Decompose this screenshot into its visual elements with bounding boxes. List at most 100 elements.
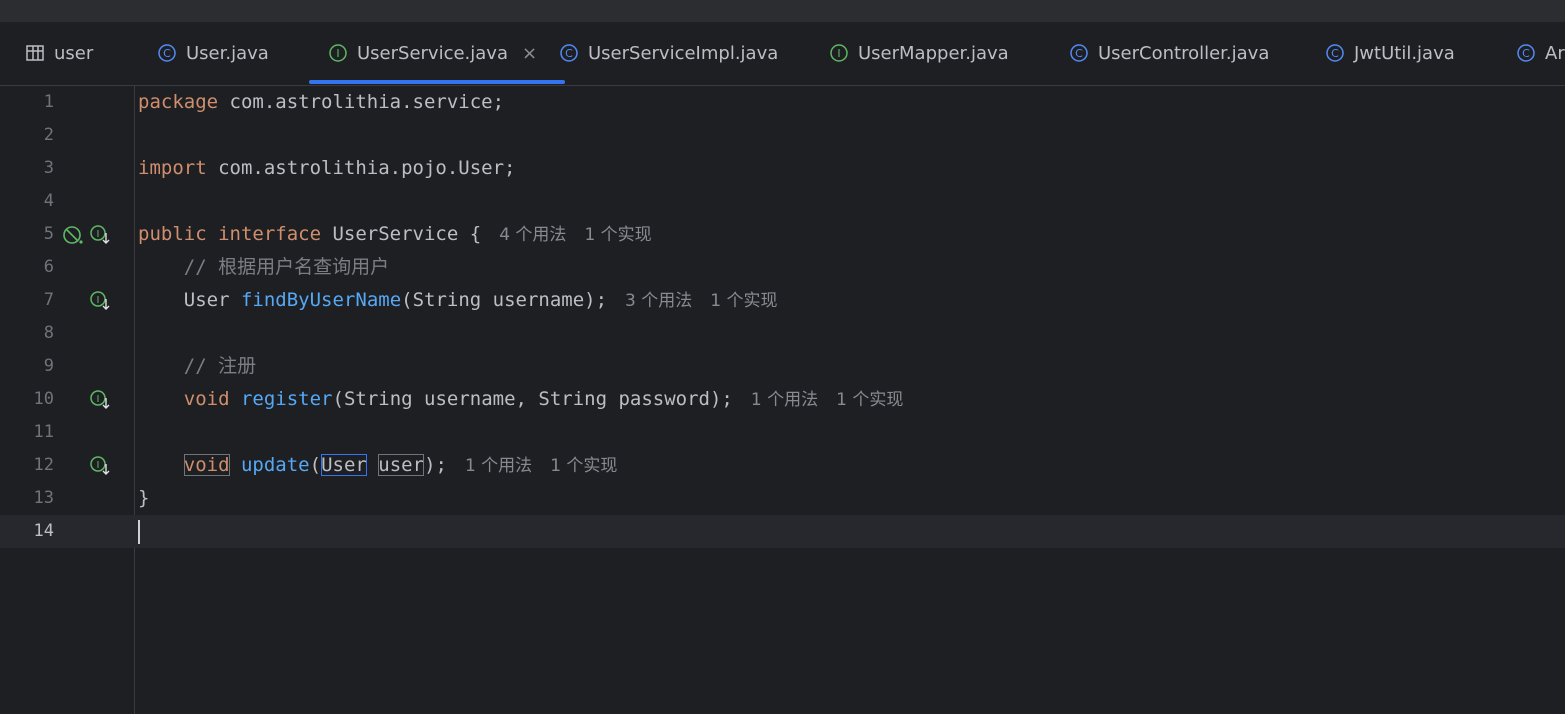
table-icon <box>26 44 44 62</box>
code-line[interactable]: 4 <box>0 185 1565 218</box>
class-icon: C <box>1517 44 1535 62</box>
code-text: com.astrolithia.pojo.User; <box>206 157 516 179</box>
title-bar <box>0 0 1565 26</box>
svg-text:C: C <box>1331 47 1339 60</box>
tab-usercontroller-java[interactable]: C UserController.java <box>1070 32 1269 74</box>
line-number: 6 <box>43 257 54 277</box>
svg-text:I: I <box>97 295 100 306</box>
implementations-hint[interactable]: 1 个实现 <box>836 390 903 410</box>
line-number: 2 <box>43 125 54 145</box>
code-line[interactable]: 9 // 注册 <box>0 350 1565 383</box>
line-number: 3 <box>43 158 54 178</box>
close-icon[interactable]: × <box>522 43 537 64</box>
svg-text:I: I <box>97 229 100 240</box>
tab-label: User.java <box>186 42 269 64</box>
line-number: 13 <box>33 488 54 508</box>
line-number: 8 <box>43 323 54 343</box>
code-text: } <box>138 487 150 509</box>
keyword: public <box>138 223 207 245</box>
line-number: 7 <box>43 290 54 310</box>
keyword: package <box>138 91 219 113</box>
class-icon: C <box>1326 44 1344 62</box>
svg-text:I: I <box>97 460 100 471</box>
keyword: void <box>183 388 230 410</box>
implementations-hint[interactable]: 1 个实现 <box>710 291 777 311</box>
usages-hint[interactable]: 4 个用法 <box>499 225 566 245</box>
implemented-method-icon[interactable]: I <box>90 456 112 476</box>
tab-userserviceimpl-java[interactable]: C UserServiceImpl.java <box>560 32 778 74</box>
line-number: 5 <box>43 224 54 244</box>
code-text: ( <box>309 454 322 476</box>
code-text: (String username); <box>401 289 608 311</box>
comment: // 注册 <box>183 355 257 377</box>
interface-icon: I <box>830 44 848 62</box>
implemented-method-icon[interactable]: I <box>90 390 112 410</box>
svg-text:I: I <box>837 47 840 60</box>
implemented-interface-icon[interactable]: I <box>90 225 112 245</box>
keyword: import <box>138 157 207 179</box>
tab-label: UserServiceImpl.java <box>588 42 779 64</box>
code-line[interactable]: 6 // 根据用户名查询用户 <box>0 251 1565 284</box>
line-number: 4 <box>43 191 54 211</box>
usages-hint[interactable]: 1 个用法 <box>751 390 818 410</box>
current-code-line[interactable]: 14 <box>0 515 1565 548</box>
method-name: register <box>240 388 333 410</box>
line-number: 1 <box>43 92 54 112</box>
line-number: 9 <box>43 356 54 376</box>
keyword: interface <box>218 223 322 245</box>
tab-user-table[interactable]: user <box>26 32 93 74</box>
code-line[interactable]: 7 I User findByUserName(String username)… <box>0 284 1565 317</box>
code-line[interactable]: 5 I public interface UserService { 4 个用法 1… <box>0 218 1565 251</box>
svg-text:C: C <box>565 47 573 60</box>
svg-text:I: I <box>336 47 339 60</box>
code-line[interactable]: 2 <box>0 119 1565 152</box>
line-number: 14 <box>33 521 54 541</box>
line-number: 12 <box>33 455 54 475</box>
param-highlight: user <box>378 454 425 476</box>
implemented-method-icon[interactable]: I <box>90 291 112 311</box>
svg-text:I: I <box>97 394 100 405</box>
method-name: findByUserName <box>240 289 402 311</box>
code-line[interactable]: 12 I void update(User user); 1 个用法 1 个实现 <box>0 449 1565 482</box>
svg-text:C: C <box>163 47 171 60</box>
tab-overflow[interactable]: C Ar <box>1517 32 1565 74</box>
method-name: update <box>240 454 310 476</box>
tab-userservice-java[interactable]: I UserService.java × <box>308 32 566 84</box>
code-text: ); <box>424 454 447 476</box>
keyword-highlight: void <box>183 454 230 476</box>
tab-label: user <box>54 42 94 64</box>
tab-label: JwtUtil.java <box>1354 42 1455 64</box>
code-line[interactable]: 3 import com.astrolithia.pojo.User; <box>0 152 1565 185</box>
no-mapper-icon[interactable] <box>62 225 84 245</box>
implementations-hint[interactable]: 1 个实现 <box>550 456 617 476</box>
code-line[interactable]: 11 <box>0 416 1565 449</box>
text-caret <box>138 519 140 544</box>
comment: // 根据用户名查询用户 <box>183 256 390 278</box>
svg-text:C: C <box>1522 47 1530 60</box>
tab-label: UserService.java <box>357 42 508 64</box>
class-icon: C <box>158 44 176 62</box>
svg-text:C: C <box>1075 47 1083 60</box>
tab-label: UserMapper.java <box>858 42 1009 64</box>
class-icon: C <box>1070 44 1088 62</box>
code-text: com.astrolithia.service; <box>218 91 505 113</box>
tab-jwtutil-java[interactable]: C JwtUtil.java <box>1326 32 1455 74</box>
code-line[interactable]: 13 } <box>0 482 1565 515</box>
code-line[interactable]: 1 package com.astrolithia.service; <box>0 86 1565 119</box>
interface-icon: I <box>329 44 347 62</box>
usages-hint[interactable]: 3 个用法 <box>625 291 692 311</box>
code-line[interactable]: 8 <box>0 317 1565 350</box>
type-name: User <box>183 289 230 311</box>
code-text: UserService { <box>321 223 482 245</box>
code-line[interactable]: 10 I void register(String username, Stri… <box>0 383 1565 416</box>
tab-label: Ar <box>1545 42 1565 64</box>
tab-user-java[interactable]: C User.java <box>158 32 269 74</box>
usages-hint[interactable]: 1 个用法 <box>465 456 532 476</box>
implementations-hint[interactable]: 1 个实现 <box>584 225 651 245</box>
line-number: 10 <box>33 389 54 409</box>
editor-tab-bar: user C User.java I UserService.java × C … <box>0 22 1565 86</box>
tab-label: UserController.java <box>1098 42 1270 64</box>
type-highlight: User <box>321 454 367 476</box>
tab-usermapper-java[interactable]: I UserMapper.java <box>830 32 1009 74</box>
class-icon: C <box>560 44 578 62</box>
